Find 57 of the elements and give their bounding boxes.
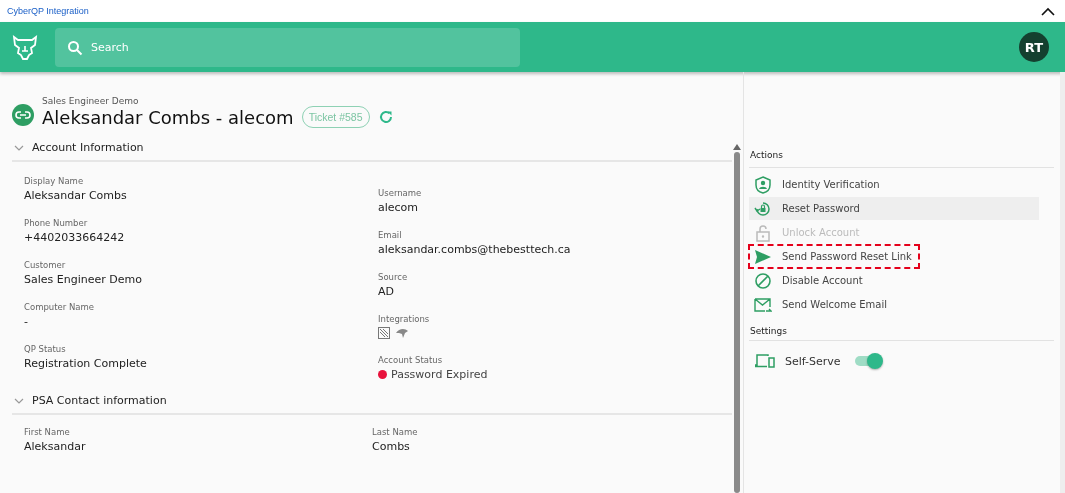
scroll-up-icon[interactable] xyxy=(733,144,741,150)
customer-name: Sales Engineer Demo xyxy=(42,96,140,106)
action-item[interactable]: Identity Verification xyxy=(749,173,1039,196)
section-title[interactable]: PSA Contact information xyxy=(32,394,167,407)
field-value: Sales Engineer Demo xyxy=(24,273,142,286)
field-value: Password Expired xyxy=(391,368,488,381)
chevron-icon[interactable] xyxy=(14,144,24,151)
page-title: Aleksandar Combs - alecom xyxy=(42,106,294,128)
field-value: +4402033664242 xyxy=(24,231,125,244)
shield-user-icon xyxy=(754,175,772,194)
link-icon xyxy=(12,104,34,126)
unlock-icon xyxy=(754,223,772,242)
field-value: - xyxy=(24,315,28,328)
action-item[interactable]: Send Welcome Email xyxy=(749,293,1039,316)
search-icon xyxy=(67,39,83,56)
window-title: CyberQP Integration xyxy=(7,6,89,16)
field-label: Display Name xyxy=(24,176,84,186)
action-item[interactable]: Reset Password xyxy=(749,197,1039,220)
panel-title: Settings xyxy=(749,318,1054,341)
action-item[interactable]: Send Password Reset Link xyxy=(749,245,919,268)
toggle-switch[interactable] xyxy=(854,356,881,366)
lock-reset-icon xyxy=(754,199,772,218)
field-label: Computer Name xyxy=(24,302,95,312)
field-value: Aleksandar Combs xyxy=(24,189,127,202)
refresh-icon[interactable] xyxy=(377,109,394,125)
send-icon xyxy=(754,247,772,266)
integration-icon xyxy=(378,327,390,339)
field-label: Integrations xyxy=(378,314,430,324)
section-title[interactable]: Account Information xyxy=(32,141,144,154)
field-label: QP Status xyxy=(24,344,66,354)
field-value: alecom xyxy=(378,201,419,214)
logo-icon[interactable] xyxy=(12,34,38,60)
devices-icon xyxy=(755,354,775,368)
setting-label: Self-Serve xyxy=(785,354,841,368)
block-icon xyxy=(754,271,772,290)
panel-title: Actions xyxy=(749,140,1054,168)
action-item[interactable]: Disable Account xyxy=(749,269,1039,292)
field-label: First Name xyxy=(24,427,70,437)
mail-send-icon xyxy=(754,295,772,314)
field-value: aleksandar.combs@thebesttech.ca xyxy=(378,243,571,256)
field-label: Phone Number xyxy=(24,218,88,228)
field-label: Source xyxy=(378,272,408,282)
field-label: Customer xyxy=(24,260,66,270)
field-value: Aleksandar xyxy=(24,440,86,453)
field-value: AD xyxy=(378,285,394,298)
user-avatar[interactable]: RT xyxy=(1019,32,1049,62)
search-field[interactable]: Search xyxy=(55,27,520,67)
field-label: Email xyxy=(378,230,402,240)
integration-icon xyxy=(395,327,409,339)
chevron-icon[interactable] xyxy=(14,397,24,404)
field-label: Account Status xyxy=(378,355,443,365)
field-value: Combs xyxy=(372,440,410,453)
chevron-up-icon[interactable] xyxy=(1041,6,1055,16)
field-label: Username xyxy=(378,188,422,198)
scrollbar-thumb[interactable] xyxy=(734,152,740,493)
field-value: Registration Complete xyxy=(24,357,147,370)
field-label: Last Name xyxy=(372,427,418,437)
